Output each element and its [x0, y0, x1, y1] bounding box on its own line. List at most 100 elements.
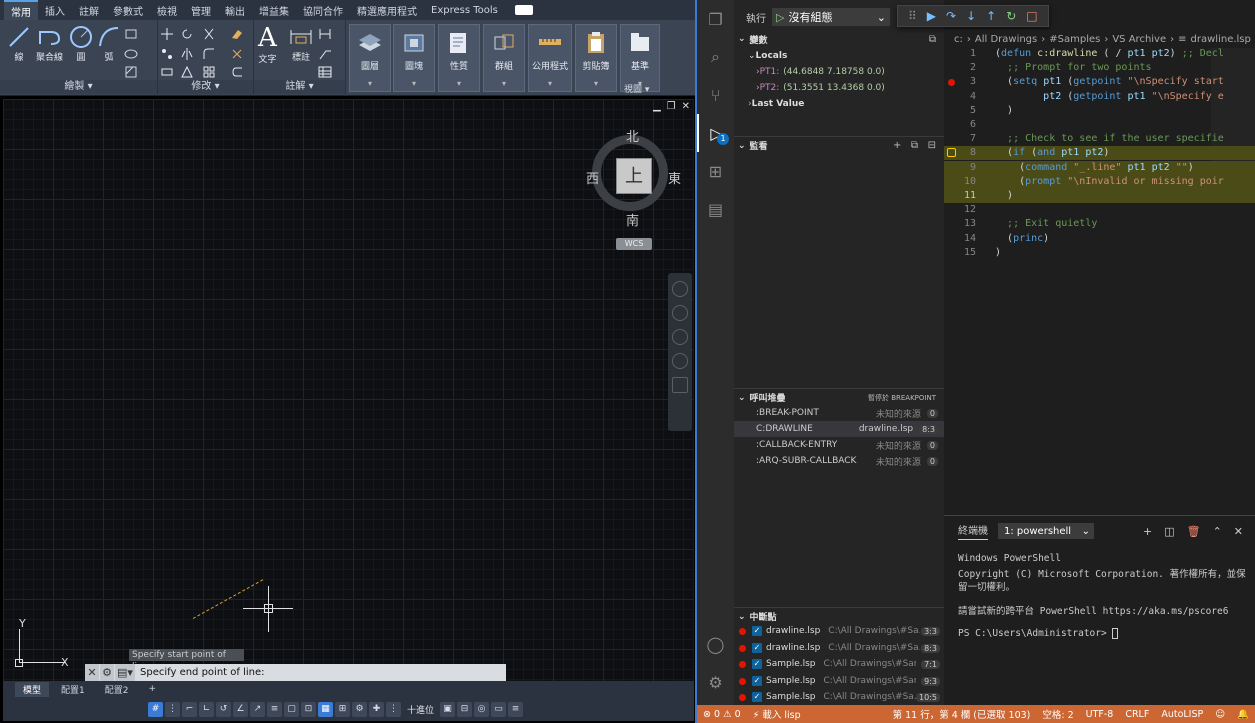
- copy-icon[interactable]: [160, 47, 174, 61]
- drawing-canvas[interactable]: ▁ ❐ ✕ 北 南 東 西 上 WCS X Y Specify start po…: [3, 99, 694, 681]
- locals-scope[interactable]: ⌄ Locals: [734, 48, 944, 64]
- breakpoint-item[interactable]: ✓Sample.lspC:\All Drawings\#Sam...9:3: [734, 673, 944, 689]
- orbit-icon[interactable]: [672, 353, 688, 369]
- run-debug-icon[interactable]: ▷ 1: [697, 114, 734, 152]
- rotate-icon[interactable]: [180, 27, 194, 41]
- stack-frame[interactable]: C:DRAWLINE drawline.lsp 8:3: [734, 421, 944, 437]
- viewcube[interactable]: 北 南 東 西 上 WCS: [586, 122, 681, 250]
- tab-layout1[interactable]: 配置1: [53, 682, 93, 697]
- quick-properties-icon[interactable]: ▣: [440, 701, 456, 717]
- arc-tool[interactable]: 弧: [96, 24, 122, 63]
- language-mode[interactable]: AutoLISP: [1155, 709, 1209, 720]
- breakpoint-item[interactable]: ✓ drawline.lsp C:\All Drawings\#Sa... 3:3: [734, 623, 944, 639]
- transparency-icon[interactable]: ▢: [284, 701, 299, 717]
- utilities-button[interactable]: 公用程式 ▾: [528, 24, 572, 92]
- problems-status[interactable]: ⊗ 0 ⚠ 0: [697, 709, 747, 720]
- ribbon-tab-home[interactable]: 常用: [4, 0, 38, 21]
- ribbon-tab-view[interactable]: 檢視: [150, 1, 184, 20]
- add-layout-icon[interactable]: +: [140, 683, 164, 695]
- tab-model[interactable]: 模型: [15, 681, 50, 697]
- code-line[interactable]: 5 ): [944, 104, 1255, 118]
- polar-icon[interactable]: ↺: [216, 701, 231, 717]
- breadcrumb-item[interactable]: All Drawings: [975, 34, 1037, 45]
- steering-wheel-icon[interactable]: [672, 281, 688, 297]
- code-line[interactable]: 6: [944, 118, 1255, 132]
- breakpoint-item[interactable]: ✓ drawline.lsp C:\All Drawings\#Sa... 8:3: [734, 640, 944, 656]
- breadcrumb-item[interactable]: drawline.lsp: [1191, 34, 1251, 45]
- modify-panel-label[interactable]: 修改 ▾: [158, 80, 253, 94]
- osnap-track-icon[interactable]: ↗: [250, 701, 265, 717]
- breadcrumb-item[interactable]: VS Archive: [1112, 34, 1166, 45]
- layers-button[interactable]: 圖層 ▾: [349, 24, 391, 92]
- tab-layout2[interactable]: 配置2: [97, 682, 137, 697]
- infer-icon[interactable]: ⌐: [182, 701, 197, 717]
- stack-frame[interactable]: :CALLBACK-ENTRY 未知的來源 0: [734, 437, 944, 453]
- split-terminal-icon[interactable]: ◫: [1164, 525, 1174, 538]
- breakpoint-checkbox[interactable]: ✓: [752, 676, 762, 686]
- ellipse-icon[interactable]: [124, 47, 138, 61]
- viewcube-east[interactable]: 東: [668, 168, 681, 187]
- viewcube-west[interactable]: 西: [586, 168, 599, 187]
- terminal-prompt[interactable]: PS C:\Users\Administrator>: [958, 628, 1119, 639]
- ribbon-tab-insert[interactable]: 插入: [38, 1, 72, 20]
- step-out-icon[interactable]: ↑: [986, 9, 996, 23]
- tab-terminal[interactable]: 終端機: [958, 522, 988, 540]
- variables-section-header[interactable]: ⌄ 變數 ⧉: [734, 30, 944, 48]
- block-button[interactable]: 圖塊 ▾: [393, 24, 435, 92]
- add-watch-icon[interactable]: + ⧉ ⊟: [893, 140, 936, 151]
- ribbon-tab-addins[interactable]: 增益集: [252, 1, 296, 20]
- ribbon-tab-annotate[interactable]: 註解: [72, 1, 106, 20]
- stack-frame[interactable]: :ARQ-SUBR-CALLBACK 未知的來源 0: [734, 453, 944, 469]
- add-scale-icon[interactable]: ✚: [369, 701, 384, 717]
- drag-handle-icon[interactable]: ⠿: [908, 9, 917, 23]
- callstack-section-header[interactable]: ⌄ 呼叫堆疊 暫停於 BREAKPOINT: [734, 388, 944, 406]
- linear-dim-icon[interactable]: [318, 27, 332, 41]
- clean-screen-icon[interactable]: ≡: [508, 701, 524, 717]
- annotation-panel-label[interactable]: 註解 ▾: [254, 80, 345, 94]
- draw-panel-label[interactable]: 繪製 ▾: [0, 80, 157, 94]
- viewcube-north[interactable]: 北: [626, 126, 639, 145]
- stretch-icon[interactable]: [160, 65, 174, 79]
- erase-icon[interactable]: [230, 27, 244, 41]
- ribbon-tab-parametric[interactable]: 參數式: [106, 1, 150, 20]
- explorer-icon[interactable]: ❐: [697, 0, 734, 38]
- properties-button[interactable]: 性質 ▾: [438, 24, 480, 92]
- text-tool[interactable]: A 文字: [258, 24, 277, 65]
- breakpoint-item[interactable]: ✓ Sample.lsp C:\All Drawings\#Sa... 10:5: [734, 689, 944, 705]
- ortho-icon[interactable]: ∟: [199, 701, 214, 717]
- indentation-status[interactable]: 空格: 2: [1036, 707, 1079, 721]
- source-control-icon[interactable]: ⑂: [697, 76, 734, 114]
- graphics-perf-icon[interactable]: ▭: [491, 701, 507, 717]
- ribbon-tab-collaborate[interactable]: 協同合作: [296, 1, 350, 20]
- close-panel-icon[interactable]: ✕: [1234, 525, 1243, 538]
- hatch-icon[interactable]: [124, 65, 138, 79]
- scale-icon[interactable]: [180, 65, 194, 79]
- step-into-icon[interactable]: ↓: [966, 9, 976, 23]
- stop-icon[interactable]: □: [1026, 9, 1037, 23]
- trim-icon[interactable]: [202, 27, 216, 41]
- code-line[interactable]: 7 ;; Check to see if the user specifie: [944, 132, 1255, 146]
- breakpoint-checkbox[interactable]: ✓: [752, 692, 762, 702]
- terminal-select[interactable]: 1: powershell ⌄: [998, 523, 1094, 539]
- polyline-tool[interactable]: 聚合線: [36, 24, 63, 63]
- move-icon[interactable]: [160, 27, 174, 41]
- workspace-icon[interactable]: ⚙: [352, 701, 367, 717]
- feedback-icon[interactable]: ☺: [1209, 709, 1231, 720]
- breakpoint-item[interactable]: ✓Sample.lspC:\All Drawings\#Sam...7:1: [734, 656, 944, 672]
- code-line[interactable]: 1 (defun c:drawline ( / pt1 pt2) ;; Decl: [944, 47, 1255, 61]
- command-input[interactable]: Specify end point of line:: [136, 667, 506, 678]
- settings-gear-icon[interactable]: ⚙: [697, 663, 734, 701]
- search-icon[interactable]: ⌕: [697, 38, 734, 76]
- snap-icon[interactable]: ⋮: [165, 701, 180, 717]
- lsp-icon[interactable]: ▤: [697, 190, 734, 228]
- pan-icon[interactable]: [672, 305, 688, 321]
- dynamic-ucs-icon[interactable]: ⊞: [335, 701, 350, 717]
- isolate-objects-icon[interactable]: ◎: [474, 701, 490, 717]
- continue-icon[interactable]: ▶: [927, 9, 936, 23]
- grid-icon[interactable]: #: [148, 701, 163, 717]
- new-terminal-icon[interactable]: +: [1143, 525, 1152, 538]
- code-line[interactable]: 15): [944, 246, 1255, 260]
- viewcube-top-face[interactable]: 上: [616, 158, 652, 194]
- view-panel-label[interactable]: 視圖 ▾: [624, 82, 649, 95]
- ribbon-tab-output[interactable]: 輸出: [218, 1, 252, 20]
